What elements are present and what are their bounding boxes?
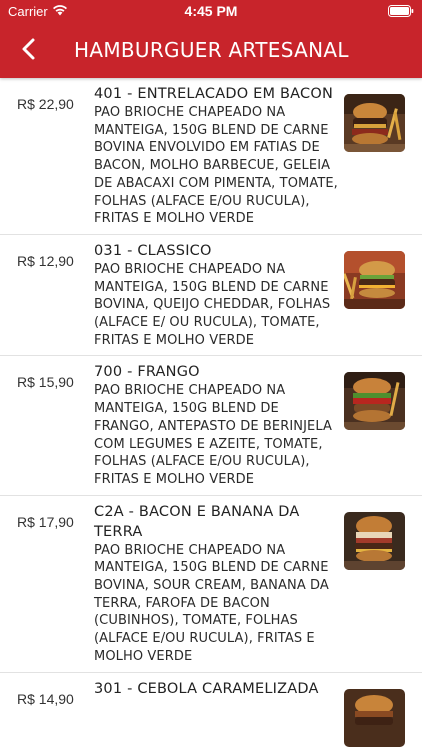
- menu-item[interactable]: R$ 22,90 401 - ENTRELACADO EM BACON PAO …: [0, 78, 422, 235]
- battery-icon: [388, 5, 414, 17]
- item-content: 301 - CEBOLA CARAMELIZADA: [94, 677, 338, 747]
- page-title: HAMBURGUER ARTESANAL: [74, 38, 349, 62]
- burger-photo[interactable]: [344, 94, 405, 152]
- menu-item[interactable]: R$ 15,90 700 - FRANGO PAO BRIOCHE CHAPEA…: [0, 356, 422, 496]
- item-description: PAO BRIOCHE CHAPEADO NA MANTEIGA, 150G B…: [94, 542, 329, 664]
- item-price: R$ 22,90: [17, 96, 74, 112]
- item-name: 700 - FRANGO: [94, 364, 200, 381]
- item-content: 700 - FRANGO PAO BRIOCHE CHAPEADO NA MAN…: [94, 360, 338, 488]
- app-header: Carrier 4:45 PM HAMBURGUER ARTESANAL: [0, 0, 422, 78]
- item-price: R$ 15,90: [17, 374, 74, 391]
- chevron-left-icon: [22, 38, 35, 60]
- item-content: 031 - CLASSICO PAO BRIOCHE CHAPEADO NA M…: [94, 239, 338, 350]
- item-price: R$ 14,90: [17, 690, 74, 707]
- burger-photo[interactable]: [344, 688, 405, 747]
- item-name: 301 - CEBOLA CARAMELIZADA: [94, 680, 319, 697]
- item-name: 031 - CLASSICO: [94, 242, 212, 259]
- menu-item[interactable]: R$ 14,90 301 - CEBOLA CARAMELIZADA: [0, 673, 422, 750]
- back-button[interactable]: [14, 34, 44, 64]
- burger-photo[interactable]: [344, 372, 405, 431]
- status-time: 4:45 PM: [184, 3, 238, 19]
- status-bar: Carrier 4:45 PM: [0, 0, 422, 22]
- item-description: PAO BRIOCHE CHAPEADO NA MANTEIGA, 150G B…: [94, 261, 331, 348]
- item-name: 401 - ENTRELACADO EM BACON: [94, 86, 334, 102]
- item-content: C2A - BACON E BANANA DA TERRA PAO BRIOCH…: [94, 500, 338, 666]
- menu-item[interactable]: R$ 17,90 C2A - BACON E BANANA DA TERRA P…: [0, 496, 422, 673]
- item-price: R$ 12,90: [17, 252, 74, 269]
- burger-photo[interactable]: [344, 250, 405, 309]
- item-description: PAO BRIOCHE CHAPEADO NA MANTEIGA, 150G B…: [94, 105, 338, 227]
- item-description: PAO BRIOCHE CHAPEADO NA MANTEIGA, 150G B…: [94, 383, 332, 487]
- item-price: R$ 17,90: [17, 513, 74, 530]
- menu-item[interactable]: R$ 12,90 031 - CLASSICO PAO BRIOCHE CHAP…: [0, 235, 422, 357]
- menu-list[interactable]: R$ 22,90 401 - ENTRELACADO EM BACON PAO …: [0, 78, 422, 750]
- item-content: 401 - ENTRELACADO EM BACON PAO BRIOCHE C…: [94, 82, 338, 228]
- burger-photo[interactable]: [344, 511, 405, 570]
- navigation-bar: HAMBURGUER ARTESANAL: [0, 22, 422, 78]
- item-name: C2A - BACON E BANANA DA TERRA: [94, 503, 300, 540]
